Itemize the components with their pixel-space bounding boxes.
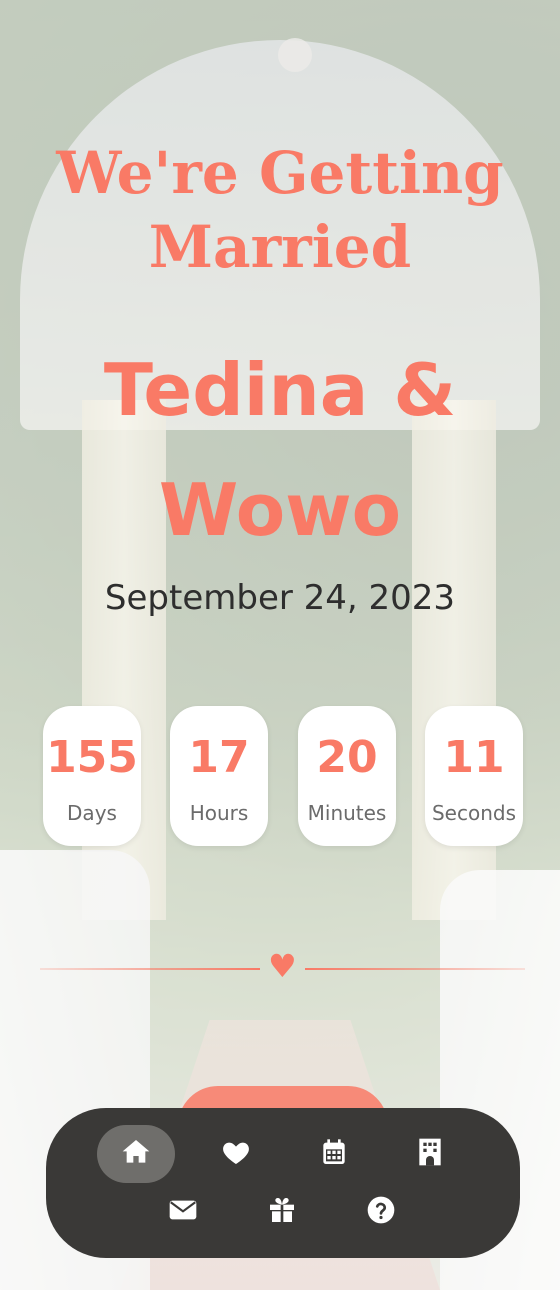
hero-content: We're Getting Married Tedina & Wowo Sept… — [0, 0, 560, 1290]
nav-rsvp-button[interactable] — [144, 1183, 222, 1241]
countdown-minutes: 20 Minutes — [298, 706, 396, 846]
heart-divider: ♥ — [40, 950, 525, 982]
countdown-unit: Days — [67, 801, 117, 825]
countdown-hours: 17 Hours — [170, 706, 268, 846]
countdown-value: 17 — [188, 732, 250, 783]
countdown-value: 20 — [316, 732, 378, 783]
headline-line-1: We're Getting — [56, 139, 504, 207]
countdown-seconds: 11 Seconds — [425, 706, 523, 846]
heart-icon: ♥ — [268, 947, 297, 985]
headline: We're Getting Married — [0, 136, 560, 284]
couple-name-1: Tedina & — [103, 348, 457, 432]
couple-name-2: Wowo — [158, 468, 402, 552]
nav-calendar-button[interactable] — [295, 1125, 373, 1183]
headline-line-2: Married — [148, 213, 412, 281]
question-icon — [365, 1194, 397, 1230]
wedding-date: September 24, 2023 — [104, 578, 456, 618]
bottom-navigation — [46, 1108, 520, 1258]
countdown-unit: Hours — [189, 801, 249, 825]
countdown: 155 Days 17 Hours 20 Minutes 11 Seconds — [43, 706, 523, 846]
countdown-unit: Minutes — [307, 801, 387, 825]
envelope-icon — [167, 1194, 199, 1230]
nav-faq-button[interactable] — [342, 1183, 420, 1241]
building-icon — [414, 1136, 446, 1172]
countdown-days: 155 Days — [43, 706, 141, 846]
couple-names: Tedina & Wowo — [0, 330, 560, 570]
calendar-icon — [318, 1136, 350, 1172]
gift-icon — [266, 1194, 298, 1230]
countdown-value: 11 — [443, 732, 505, 783]
countdown-value: 155 — [46, 732, 138, 783]
nav-heart-button[interactable] — [197, 1125, 275, 1183]
divider-line-right — [305, 968, 525, 970]
home-icon — [120, 1136, 152, 1172]
divider-line-left — [40, 968, 260, 970]
heart-icon — [220, 1136, 252, 1172]
nav-venue-button[interactable] — [391, 1125, 469, 1183]
countdown-unit: Seconds — [431, 801, 517, 825]
nav-home-button[interactable] — [97, 1125, 175, 1183]
nav-gift-button[interactable] — [243, 1183, 321, 1241]
